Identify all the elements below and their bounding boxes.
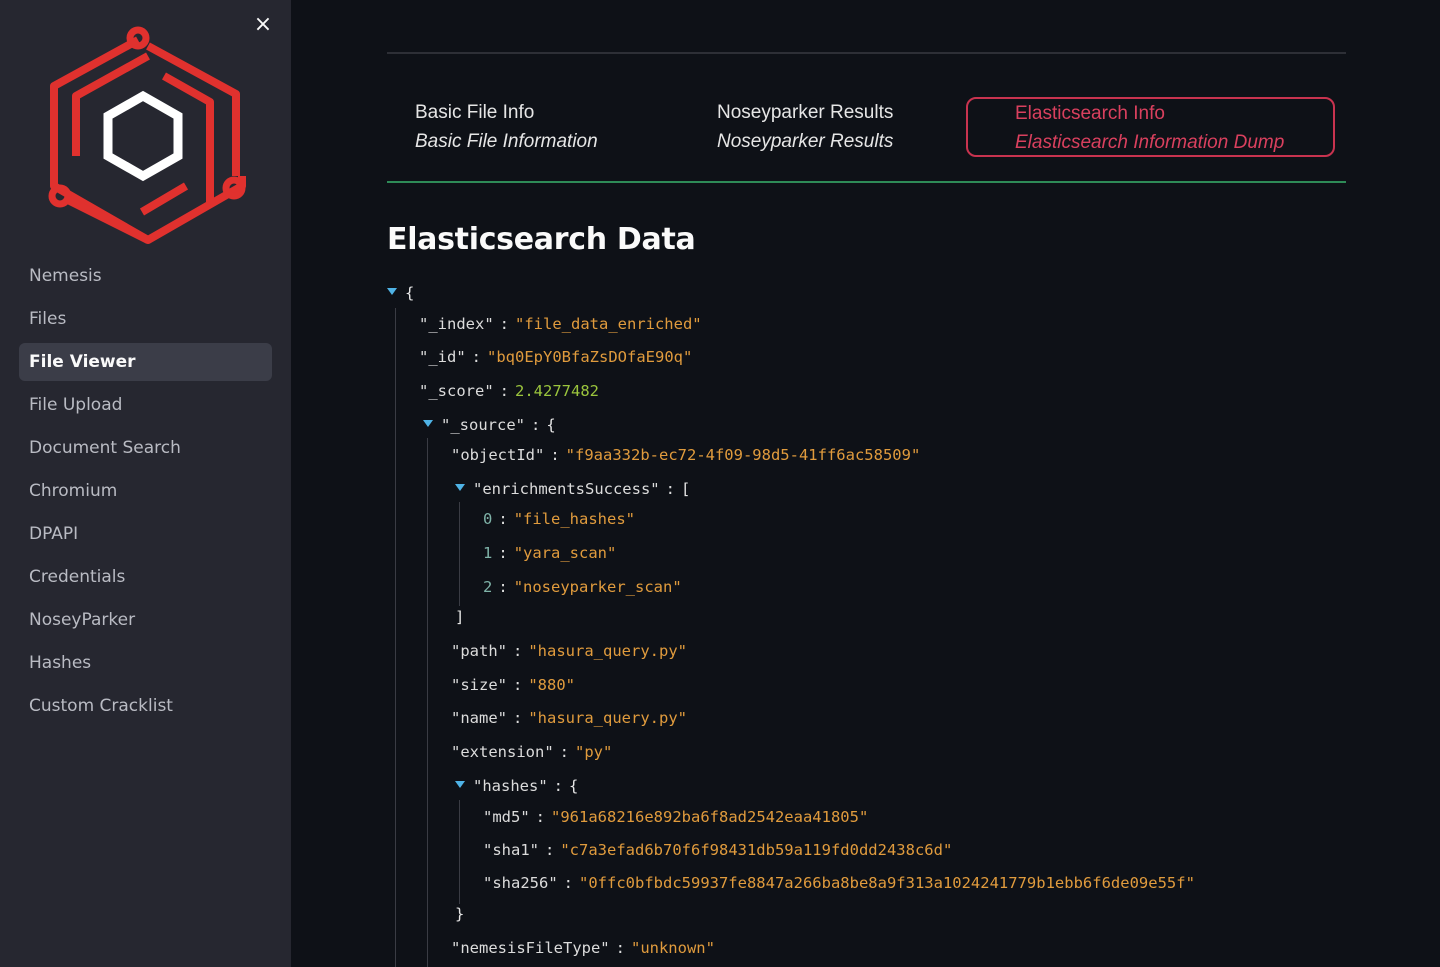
json-row-sha256: "sha256": "0ffc0bfbdc59937fe8847a266ba8be… (483, 874, 1195, 892)
json-row-name: "name": "hasura_query.py" (451, 709, 687, 727)
tab-divider (387, 181, 1346, 183)
tab-noseyparker-results[interactable]: Noseyparker Results Noseyparker Results (717, 98, 967, 158)
sidebar-item-document-search[interactable]: Document Search (19, 429, 272, 467)
sidebar-item-file-upload[interactable]: File Upload (19, 386, 272, 424)
json-row-enrichments: "enrichmentsSuccess":[ (455, 478, 690, 500)
sidebar-nav: Nemesis Files File Viewer File Upload Do… (19, 257, 272, 730)
tab-label: Basic File Info (415, 102, 535, 123)
json-row-extension: "extension": "py" (451, 743, 613, 761)
sidebar-item-nemesis[interactable]: Nemesis (19, 257, 272, 295)
tab-elasticsearch-info[interactable]: Elasticsearch Info Elasticsearch Informa… (966, 97, 1335, 157)
close-icon: × (253, 12, 273, 37)
tab-label: Noseyparker Results (717, 102, 894, 123)
collapse-caret-icon[interactable] (455, 781, 465, 788)
tab-basic-file-info[interactable]: Basic File Info Basic File Information (415, 98, 695, 158)
json-row-md5: "md5": "961a68216e892ba6f8ad2542eaa41805" (483, 808, 869, 826)
divider (387, 52, 1346, 54)
nemesis-logo-icon (48, 26, 246, 244)
collapse-caret-icon[interactable] (423, 420, 433, 427)
sidebar-item-hashes[interactable]: Hashes (19, 644, 272, 682)
json-row-hashes: "hashes":{ (455, 775, 578, 797)
tab-label: Elasticsearch Info (1015, 103, 1165, 124)
close-sidebar-button[interactable]: × (250, 12, 276, 38)
sidebar-item-chromium[interactable]: Chromium (19, 472, 272, 510)
sidebar-item-credentials[interactable]: Credentials (19, 558, 272, 596)
json-row-size: "size": "880" (451, 676, 576, 694)
json-row-sha1: "sha1": "c7a3efad6b70f6f98431db59a119fd0d… (483, 841, 953, 859)
tree-guide (459, 502, 460, 606)
sidebar-item-files[interactable]: Files (19, 300, 272, 338)
page-title: Elasticsearch Data (387, 222, 696, 257)
json-row-index: "_index": "file_data_enriched" (419, 315, 702, 333)
collapse-caret-icon[interactable] (455, 484, 465, 491)
tree-guide (459, 800, 460, 904)
json-object-close: } (455, 905, 465, 923)
sidebar-item-dpapi[interactable]: DPAPI (19, 515, 272, 553)
tree-guide (395, 308, 396, 967)
json-array-item: 2: "noseyparker_scan" (483, 578, 682, 596)
collapse-caret-icon[interactable] (387, 288, 397, 295)
sidebar: × Nemesis Files File Viewer File Upload … (0, 0, 291, 967)
json-array-close: ] (455, 608, 465, 626)
json-row-id: "_id": "bq0EpY0BfaZsDOfaE90q" (419, 348, 693, 366)
tab-subtitle: Basic File Information (415, 131, 598, 152)
tab-bar: Basic File Info Basic File Information N… (387, 96, 1346, 160)
json-row-nemesisfiletype: "nemesisFileType": "unknown" (451, 939, 715, 957)
json-row-path: "path": "hasura_query.py" (451, 642, 687, 660)
main-content: Basic File Info Basic File Information N… (291, 0, 1440, 967)
json-root: { (387, 282, 414, 304)
tab-subtitle: Elasticsearch Information Dump (1015, 132, 1285, 153)
tab-subtitle: Noseyparker Results (717, 131, 894, 152)
json-row-score: "_score":2.4277482 (419, 382, 599, 400)
json-row-source: "_source":{ (423, 414, 556, 436)
sidebar-item-custom-cracklist[interactable]: Custom Cracklist (19, 687, 272, 725)
sidebar-item-noseyparker[interactable]: NoseyParker (19, 601, 272, 639)
json-row-objectid: "objectId": "f9aa332b-ec72-4f09-98d5-41ff… (451, 446, 921, 464)
tree-guide (427, 438, 428, 967)
json-array-item: 1: "yara_scan" (483, 544, 617, 562)
json-array-item: 0: "file_hashes" (483, 510, 636, 528)
sidebar-item-file-viewer[interactable]: File Viewer (19, 343, 272, 381)
